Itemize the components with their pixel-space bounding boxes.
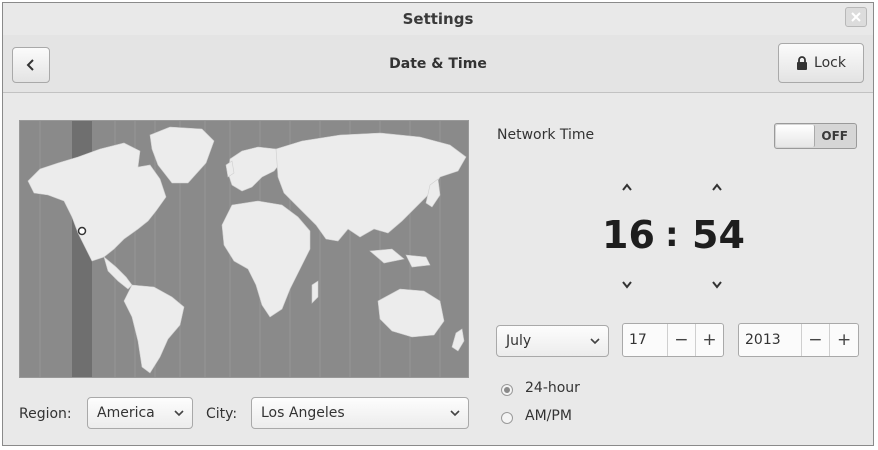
page-title: Date & Time <box>389 56 487 72</box>
date-time-panel: Region: America City: Los Angeles Networ… <box>3 93 873 445</box>
chevron-up-icon <box>622 183 632 191</box>
radio-24-hour[interactable] <box>501 384 513 396</box>
chevron-down-icon <box>174 410 184 417</box>
lock-button[interactable]: Lock <box>778 43 864 83</box>
switch-knob <box>776 125 815 147</box>
region-value: America <box>97 405 155 421</box>
world-map-graphic <box>20 121 468 377</box>
day-value[interactable]: 17 <box>623 324 668 356</box>
region-label: Region: <box>19 406 72 422</box>
time-separator: : <box>665 215 679 255</box>
header-bar: Date & Time Lock <box>3 35 873 93</box>
day-decrement-button[interactable]: − <box>668 324 695 356</box>
window-title: Settings <box>402 10 474 28</box>
day-spinbutton[interactable]: 17 − + <box>622 323 724 357</box>
lock-label: Lock <box>814 55 846 71</box>
hours-display: 16 <box>602 213 655 257</box>
month-combo[interactable]: July <box>496 325 609 357</box>
switch-state: OFF <box>821 129 848 143</box>
network-time-switch[interactable]: OFF <box>774 123 857 149</box>
city-label: City: <box>206 406 238 422</box>
chevron-down-icon <box>450 410 460 417</box>
lock-icon <box>797 56 808 70</box>
year-spinbutton[interactable]: 2013 − + <box>738 323 859 357</box>
hour-up-button[interactable] <box>616 177 638 197</box>
chevron-left-icon <box>26 59 34 71</box>
radio-24-hour-label[interactable]: 24-hour <box>525 380 580 396</box>
city-combo[interactable]: Los Angeles <box>251 397 469 429</box>
timezone-map[interactable] <box>19 120 469 378</box>
city-value: Los Angeles <box>261 405 345 421</box>
year-increment-button[interactable]: + <box>829 324 858 356</box>
window-titlebar: Settings <box>3 3 873 35</box>
year-value[interactable]: 2013 <box>739 324 802 356</box>
radio-am-pm-label[interactable]: AM/PM <box>525 408 572 424</box>
month-value: July <box>506 333 532 349</box>
chevron-down-icon <box>622 281 632 289</box>
hour-down-button[interactable] <box>616 275 638 295</box>
year-decrement-button[interactable]: − <box>802 324 830 356</box>
settings-window: Settings Date & Time Lock Region: Americ… <box>2 2 874 446</box>
network-time-label: Network Time <box>497 127 595 143</box>
close-button[interactable] <box>845 7 867 27</box>
chevron-down-icon <box>590 338 600 345</box>
day-increment-button[interactable]: + <box>694 324 723 356</box>
chevron-up-icon <box>712 183 722 191</box>
chevron-down-icon <box>712 281 722 289</box>
location-pin-icon <box>77 226 87 236</box>
minutes-display: 54 <box>692 213 745 257</box>
minute-down-button[interactable] <box>706 275 728 295</box>
back-button[interactable] <box>12 47 50 83</box>
minute-up-button[interactable] <box>706 177 728 197</box>
region-combo[interactable]: America <box>87 397 193 429</box>
radio-am-pm[interactable] <box>501 412 513 424</box>
close-icon <box>851 12 861 22</box>
